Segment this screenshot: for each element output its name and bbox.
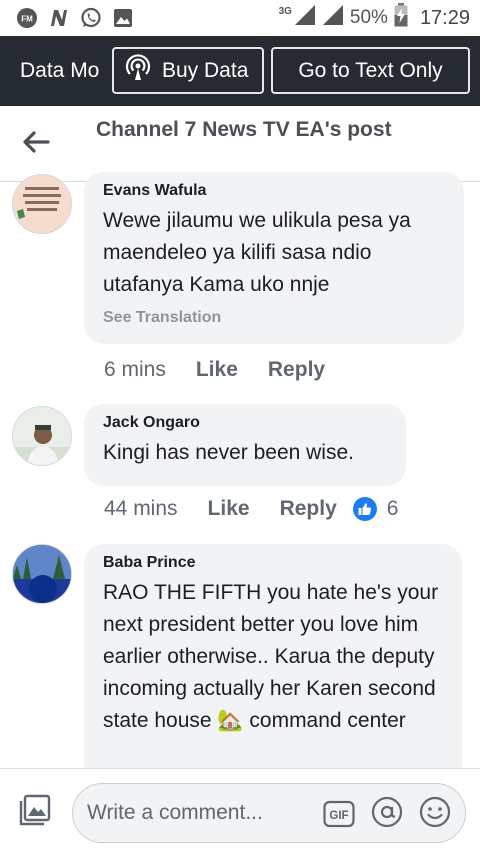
gif-button[interactable]: GIF: [323, 798, 355, 830]
comment-input[interactable]: [87, 784, 317, 842]
battery-percent: 50%: [349, 7, 388, 28]
reaction-count[interactable]: 6: [387, 497, 399, 521]
network-type: 3G: [278, 6, 292, 17]
like-button[interactable]: Like: [208, 497, 250, 521]
status-left-icons: FM: [0, 7, 134, 29]
text-only-label: Go to Text Only: [298, 58, 443, 82]
comment-text: Kingi has never been wise.: [103, 441, 354, 464]
reply-button[interactable]: Reply: [268, 358, 325, 382]
comment-meta: 44 mins Like Reply 6: [104, 497, 398, 521]
like-button[interactable]: Like: [196, 358, 238, 382]
avatar[interactable]: [12, 174, 72, 234]
back-arrow-icon: [22, 130, 50, 159]
n-app-icon: [48, 7, 70, 29]
at-sign-icon: [371, 796, 403, 833]
emoji-button[interactable]: [419, 796, 451, 833]
comment-input-container: GIF: [72, 783, 466, 843]
status-bar: FM 3G 50% 17:29: [0, 0, 480, 36]
comment-bubble: Baba Prince RAO THE FIFTH you hate he's …: [84, 544, 462, 784]
comment-bubble: Evans Wafula Wewe jilaumu we ulikula pes…: [84, 172, 464, 344]
like-reaction-icon: [352, 497, 377, 521]
mention-button[interactable]: [371, 796, 403, 833]
status-right: 3G 50% 17:29: [279, 0, 470, 36]
buy-data-label: Buy Data: [162, 58, 249, 82]
comment-time: 44 mins: [104, 497, 178, 520]
comment-text: Wewe jilaumu we ulikula pesa ya maendele…: [103, 209, 411, 296]
back-button[interactable]: [18, 126, 54, 162]
comment-author[interactable]: Jack Ongaro: [103, 413, 387, 433]
gif-label: GIF: [329, 810, 348, 822]
buy-data-button[interactable]: Buy Data: [112, 47, 264, 94]
smiley-icon: [419, 796, 451, 833]
comment-bubble: Jack Ongaro Kingi has never been wise.: [84, 404, 406, 486]
comment-text: RAO THE FIFTH you hate he's your next pr…: [103, 581, 439, 732]
whatsapp-icon: [80, 7, 102, 29]
reply-button[interactable]: Reply: [280, 497, 337, 521]
broadcast-icon: [124, 54, 152, 87]
gallery-icon: [112, 7, 134, 29]
app-screen: FM 3G 50% 17:29 Data Mo Buy Data Go to T…: [0, 0, 480, 854]
post-header: Channel 7 News TV EA's post: [0, 106, 480, 182]
comment-author[interactable]: Evans Wafula: [103, 181, 445, 201]
photo-attach-button[interactable]: [18, 793, 52, 832]
avatar[interactable]: [12, 406, 72, 466]
comment-composer: GIF: [0, 768, 480, 854]
signal-icon-secondary: [322, 4, 344, 32]
signal-icon: [294, 4, 316, 32]
battery-charging-icon: [394, 3, 408, 33]
comment-author[interactable]: Baba Prince: [103, 553, 443, 573]
see-translation-link[interactable]: See Translation: [103, 309, 445, 327]
data-mode-banner: Data Mo Buy Data Go to Text Only: [0, 36, 480, 106]
avatar[interactable]: [12, 544, 72, 604]
comment-time: 6 mins: [104, 358, 166, 381]
clock: 17:29: [419, 6, 470, 29]
svg-text:FM: FM: [21, 15, 33, 24]
text-only-button[interactable]: Go to Text Only: [271, 47, 470, 94]
photo-icon: [18, 793, 52, 832]
comment-meta: 6 mins Like Reply: [104, 358, 355, 382]
page-title: Channel 7 News TV EA's post: [96, 118, 392, 141]
fm-radio-icon: FM: [16, 7, 38, 29]
data-mode-label: Data Mo: [20, 59, 100, 82]
